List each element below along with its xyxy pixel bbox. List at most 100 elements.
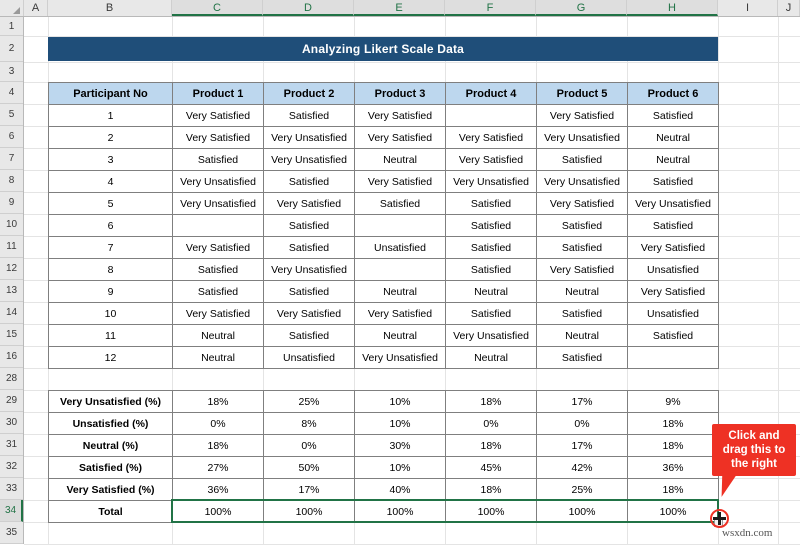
- participant-number-cell[interactable]: 5: [48, 192, 173, 215]
- percentage-cell[interactable]: 0%: [536, 412, 628, 435]
- row-header-5[interactable]: 5: [0, 104, 23, 126]
- percentage-cell[interactable]: 42%: [536, 456, 628, 479]
- response-cell[interactable]: Satisfied: [445, 236, 537, 259]
- response-cell[interactable]: Very Satisfied: [354, 170, 446, 193]
- response-cell[interactable]: Satisfied: [172, 280, 264, 303]
- select-all-corner[interactable]: [0, 0, 24, 16]
- response-cell[interactable]: Satisfied: [536, 148, 628, 171]
- response-cell[interactable]: Very Unsatisfied: [536, 126, 628, 149]
- response-cell[interactable]: Very Satisfied: [536, 104, 628, 127]
- response-cell[interactable]: Satisfied: [536, 302, 628, 325]
- response-cell[interactable]: Very Unsatisfied: [445, 170, 537, 193]
- participant-number-cell[interactable]: 2: [48, 126, 173, 149]
- response-cell[interactable]: Very Unsatisfied: [445, 324, 537, 347]
- response-cell[interactable]: Very Satisfied: [627, 280, 719, 303]
- response-cell[interactable]: Very Satisfied: [263, 192, 355, 215]
- percentage-cell[interactable]: 8%: [263, 412, 355, 435]
- percentage-cell[interactable]: 25%: [263, 390, 355, 413]
- percentage-cell[interactable]: 30%: [354, 434, 446, 457]
- percentage-cell[interactable]: 27%: [172, 456, 264, 479]
- response-cell[interactable]: Satisfied: [627, 324, 719, 347]
- response-cell[interactable]: Very Unsatisfied: [263, 126, 355, 149]
- row-header-13[interactable]: 13: [0, 280, 23, 302]
- row-header-35[interactable]: 35: [0, 522, 23, 544]
- response-cell[interactable]: Very Unsatisfied: [627, 192, 719, 215]
- row-header-1[interactable]: 1: [0, 17, 23, 36]
- response-cell[interactable]: Satisfied: [627, 214, 719, 237]
- response-cell[interactable]: Satisfied: [445, 302, 537, 325]
- percentage-cell[interactable]: 9%: [627, 390, 719, 413]
- response-cell[interactable]: Neutral: [354, 324, 446, 347]
- response-cell[interactable]: Satisfied: [445, 258, 537, 281]
- response-cell[interactable]: Satisfied: [536, 346, 628, 369]
- response-cell[interactable]: Very Unsatisfied: [354, 346, 446, 369]
- response-cell[interactable]: Neutral: [354, 280, 446, 303]
- percentage-cell[interactable]: 18%: [445, 478, 537, 501]
- total-value-cell[interactable]: 100%: [263, 500, 355, 523]
- percentage-cell[interactable]: 45%: [445, 456, 537, 479]
- response-cell[interactable]: Very Satisfied: [354, 104, 446, 127]
- participant-number-cell[interactable]: 9: [48, 280, 173, 303]
- response-cell[interactable]: Very Satisfied: [627, 236, 719, 259]
- response-cell[interactable]: Very Satisfied: [172, 126, 264, 149]
- percentage-cell[interactable]: 50%: [263, 456, 355, 479]
- percentage-cell[interactable]: 25%: [536, 478, 628, 501]
- response-cell[interactable]: Very Unsatisfied: [172, 170, 264, 193]
- response-cell[interactable]: Very Satisfied: [172, 236, 264, 259]
- column-header-e[interactable]: E: [354, 0, 445, 16]
- row-header-3[interactable]: 3: [0, 62, 23, 82]
- row-header-32[interactable]: 32: [0, 456, 23, 478]
- percentage-cell[interactable]: 10%: [354, 456, 446, 479]
- percentage-cell[interactable]: 0%: [263, 434, 355, 457]
- row-header-28[interactable]: 28: [0, 368, 23, 390]
- column-header-g[interactable]: G: [536, 0, 627, 16]
- response-cell[interactable]: Very Satisfied: [536, 192, 628, 215]
- row-header-14[interactable]: 14: [0, 302, 23, 324]
- response-cell[interactable]: Satisfied: [354, 192, 446, 215]
- response-cell[interactable]: Satisfied: [627, 170, 719, 193]
- participant-number-cell[interactable]: 6: [48, 214, 173, 237]
- response-cell[interactable]: Neutral: [536, 280, 628, 303]
- column-header-i[interactable]: I: [718, 0, 778, 16]
- response-cell[interactable]: Very Satisfied: [172, 104, 264, 127]
- response-cell[interactable]: Neutral: [445, 346, 537, 369]
- participant-number-cell[interactable]: 12: [48, 346, 173, 369]
- percentage-cell[interactable]: 18%: [172, 390, 264, 413]
- response-cell[interactable]: Satisfied: [445, 192, 537, 215]
- response-cell[interactable]: Unsatisfied: [263, 346, 355, 369]
- column-header-f[interactable]: F: [445, 0, 536, 16]
- row-header-9[interactable]: 9: [0, 192, 23, 214]
- response-cell[interactable]: Satisfied: [263, 324, 355, 347]
- response-cell[interactable]: Very Satisfied: [354, 302, 446, 325]
- row-header-10[interactable]: 10: [0, 214, 23, 236]
- percentage-cell[interactable]: 18%: [627, 412, 719, 435]
- column-header-b[interactable]: B: [48, 0, 172, 16]
- percentage-cell[interactable]: 10%: [354, 390, 446, 413]
- total-value-cell[interactable]: 100%: [172, 500, 264, 523]
- response-cell[interactable]: Very Unsatisfied: [536, 170, 628, 193]
- response-cell[interactable]: Very Satisfied: [445, 148, 537, 171]
- row-header-29[interactable]: 29: [0, 390, 23, 412]
- column-header-c[interactable]: C: [172, 0, 263, 16]
- response-cell[interactable]: Very Satisfied: [536, 258, 628, 281]
- percentage-cell[interactable]: 36%: [172, 478, 264, 501]
- response-cell[interactable]: Neutral: [627, 148, 719, 171]
- participant-number-cell[interactable]: 4: [48, 170, 173, 193]
- percentage-cell[interactable]: 40%: [354, 478, 446, 501]
- percentage-cell[interactable]: 10%: [354, 412, 446, 435]
- response-cell[interactable]: Neutral: [445, 280, 537, 303]
- response-cell[interactable]: Very Satisfied: [172, 302, 264, 325]
- response-cell[interactable]: Neutral: [172, 324, 264, 347]
- row-header-2[interactable]: 2: [0, 36, 23, 62]
- participant-number-cell[interactable]: 10: [48, 302, 173, 325]
- percentage-cell[interactable]: 18%: [445, 434, 537, 457]
- column-header-d[interactable]: D: [263, 0, 354, 16]
- row-header-34[interactable]: 34: [0, 500, 23, 522]
- response-cell[interactable]: Very Unsatisfied: [263, 258, 355, 281]
- response-cell[interactable]: Satisfied: [536, 236, 628, 259]
- response-cell[interactable]: Neutral: [172, 346, 264, 369]
- percentage-cell[interactable]: 17%: [263, 478, 355, 501]
- total-value-cell[interactable]: 100%: [536, 500, 628, 523]
- response-cell[interactable]: Satisfied: [263, 236, 355, 259]
- response-cell[interactable]: Satisfied: [263, 104, 355, 127]
